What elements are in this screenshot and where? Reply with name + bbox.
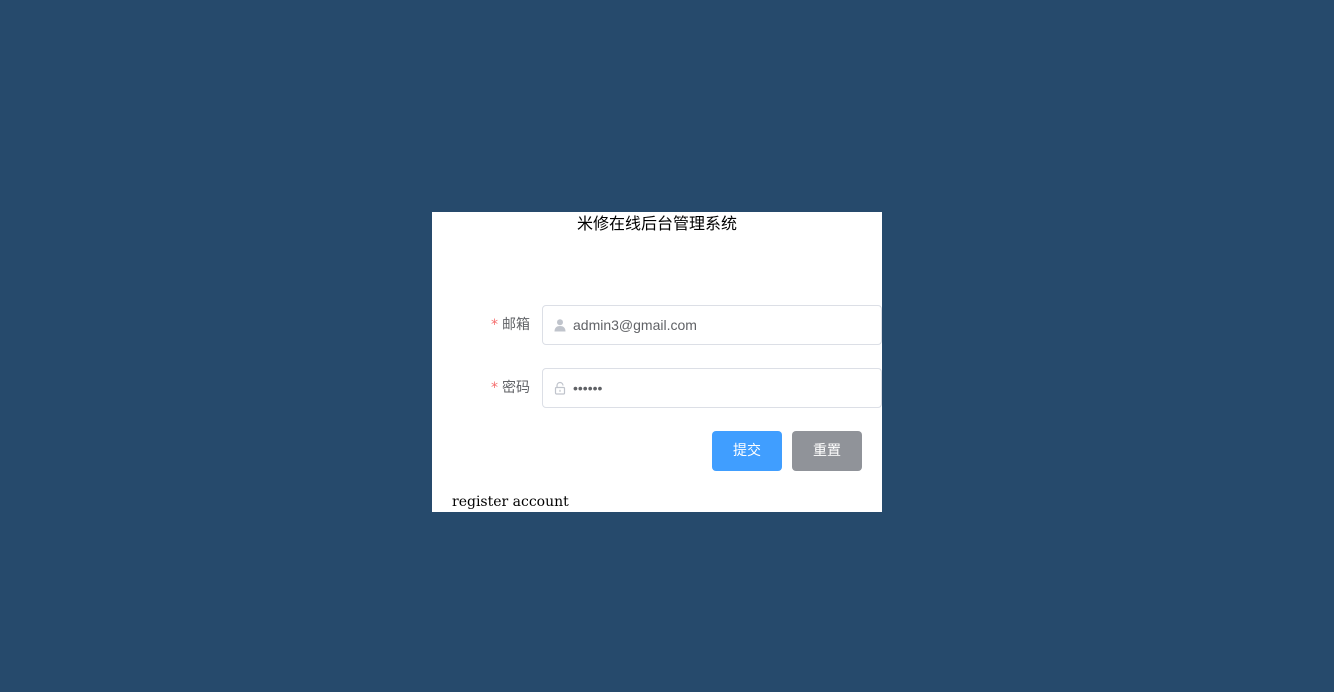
email-label-text: 邮箱 — [502, 317, 530, 333]
email-label: * 邮箱 — [452, 305, 530, 345]
password-label-text: 密码 — [502, 380, 530, 396]
page-title: 米修在线后台管理系统 — [576, 214, 737, 233]
email-form-row: * 邮箱 — [452, 305, 882, 345]
email-input-wrapper[interactable] — [542, 305, 882, 345]
lock-icon — [553, 381, 567, 395]
reset-button[interactable]: 重置 — [792, 431, 862, 471]
user-icon — [553, 318, 567, 332]
password-form-row: * 密码 — [452, 368, 882, 408]
email-input[interactable] — [573, 306, 873, 344]
password-label: * 密码 — [452, 368, 530, 408]
register-account-link[interactable]: register account — [452, 493, 569, 511]
password-input[interactable] — [573, 369, 873, 407]
submit-button[interactable]: 提交 — [712, 431, 782, 471]
login-card: 米修在线后台管理系统 *邮箱 *密码 提交 — [432, 212, 882, 512]
required-mark: * — [491, 380, 498, 396]
password-input-wrapper[interactable] — [542, 368, 882, 408]
required-mark: * — [491, 317, 498, 333]
